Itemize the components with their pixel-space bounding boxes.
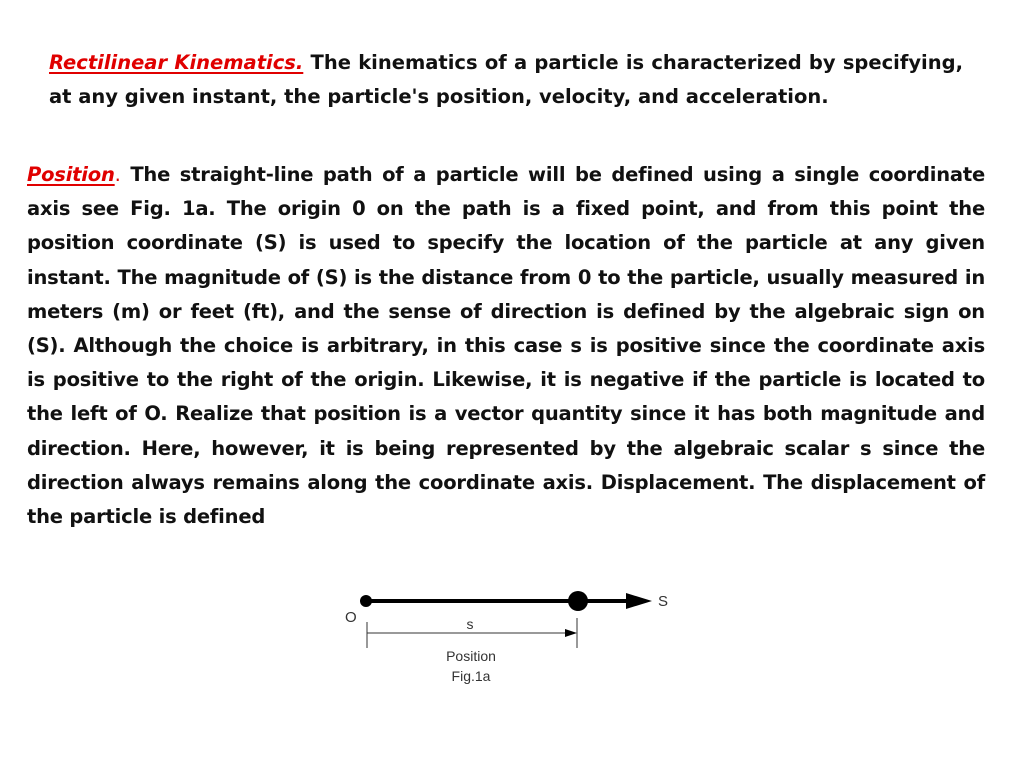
distance-arrowhead [565,629,577,637]
figure-caption-position: Position [446,648,496,664]
axis-arrowhead [626,593,652,609]
position-text: The straight-line path of a particle wil… [27,163,985,529]
intro-paragraph: Rectilinear Kinematics. The kinematics o… [49,46,963,114]
particle-point [568,591,588,611]
origin-label: O [345,609,357,626]
position-heading: Position [27,163,115,186]
position-paragraph: Position. The straight-line path of a pa… [27,158,985,534]
distance-label: s [467,616,474,632]
rectilinear-kinematics-heading: Rectilinear Kinematics. [49,51,304,74]
axis-label: S [658,593,668,610]
origin-point [360,595,372,607]
figure-caption-number: Fig.1a [452,668,491,684]
position-figure: S O s Position Fig.1a [345,591,668,684]
